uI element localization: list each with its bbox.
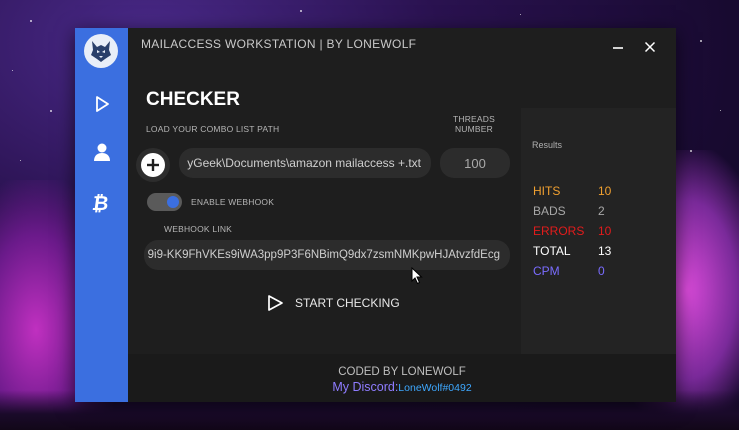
star <box>12 70 13 71</box>
close-icon <box>644 41 656 53</box>
star <box>30 20 32 22</box>
result-label-cpm: CPM <box>533 264 560 278</box>
threads-label-line1: THREADS <box>452 114 496 124</box>
star <box>300 10 302 12</box>
play-outline-icon <box>268 295 283 311</box>
sidebar: ₿ <box>75 28 128 402</box>
start-checking-label: START CHECKING <box>295 296 400 310</box>
webhook-toggle[interactable] <box>147 193 182 211</box>
combo-path-input[interactable]: yGeek\Documents\amazon mailaccess +.txt <box>179 148 431 178</box>
star <box>520 14 521 15</box>
discord-label: My Discord: <box>332 380 399 394</box>
star <box>700 40 702 42</box>
minimize-button[interactable] <box>609 38 627 56</box>
webhook-link-label: WEBHOOK LINK <box>164 224 233 234</box>
combo-path-label: LOAD YOUR COMBO LIST PATH <box>146 124 280 134</box>
sidebar-item-donate[interactable]: ₿ <box>75 185 128 221</box>
load-combo-button[interactable] <box>136 148 170 182</box>
result-label-hits: HITS <box>533 184 561 198</box>
svg-text:₿: ₿ <box>92 192 110 214</box>
toggle-knob <box>167 196 179 208</box>
minimize-icon <box>613 47 623 49</box>
wolf-logo-icon <box>84 34 118 68</box>
webhook-link-input[interactable]: 9i9-KK9FhVKEs9iWA3pp9P3F6NBimQ9dx7zsmNMK… <box>144 240 510 270</box>
discord-line: My Discord:LoneWolf#0492 <box>128 380 676 394</box>
result-label-total: TOTAL <box>533 244 571 258</box>
window-title: MAILACCESS WORKSTATION | BY LONEWOLF <box>141 37 417 51</box>
app-window: ₿ MAILACCESS WORKSTATION | BY LONEWOLF C… <box>75 28 676 402</box>
result-value-total: 13 <box>598 244 612 258</box>
sidebar-item-account[interactable] <box>75 134 128 170</box>
results-title: Results <box>532 140 563 150</box>
star <box>690 150 692 152</box>
result-value-errors: 10 <box>598 224 612 238</box>
close-button[interactable] <box>641 38 659 56</box>
bitcoin-icon: ₿ <box>92 192 110 214</box>
play-icon <box>95 96 109 112</box>
start-checking-button[interactable]: START CHECKING <box>265 290 405 316</box>
threads-label: THREADS NUMBER <box>452 114 496 134</box>
plus-icon <box>147 159 159 171</box>
results-panel: Results HITS 10 BADS 2 ERRORS 10 TOTAL 13 CPM 0 <box>521 108 676 354</box>
result-value-cpm: 0 <box>598 264 605 278</box>
result-value-bads: 2 <box>598 204 605 218</box>
result-label-errors: ERRORS <box>533 224 585 238</box>
add-circle <box>141 153 165 177</box>
page-title: CHECKER <box>146 89 240 110</box>
threads-label-line2: NUMBER <box>454 124 494 134</box>
threads-input[interactable]: 100 <box>440 148 510 178</box>
footer: CODED BY LONEWOLF My Discord:LoneWolf#04… <box>128 354 676 402</box>
result-label-bads: BADS <box>533 204 566 218</box>
discord-handle[interactable]: LoneWolf#0492 <box>398 382 471 394</box>
result-value-hits: 10 <box>598 184 612 198</box>
coded-by-text: CODED BY LONEWOLF <box>338 366 466 378</box>
star <box>50 110 52 112</box>
star <box>720 110 721 111</box>
user-icon <box>93 143 110 161</box>
webhook-toggle-label: ENABLE WEBHOOK <box>191 197 275 207</box>
mouse-cursor-icon <box>411 267 423 285</box>
sidebar-item-checker[interactable] <box>75 86 128 122</box>
star <box>20 160 21 161</box>
